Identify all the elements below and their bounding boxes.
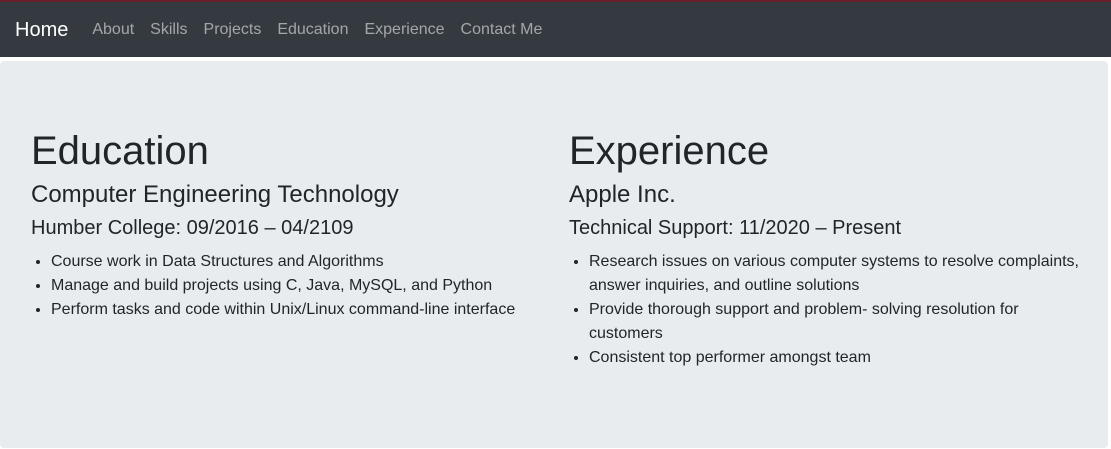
nav-link-experience[interactable]: Experience — [356, 21, 452, 38]
nav-link-projects[interactable]: Projects — [196, 21, 270, 38]
nav-link-skills[interactable]: Skills — [142, 21, 195, 38]
education-list: Course work in Data Structures and Algor… — [31, 250, 546, 322]
experience-company: Apple Inc. — [569, 181, 676, 208]
list-item: Perform tasks and code within Unix/Linux… — [51, 298, 546, 322]
education-program: Computer Engineering Technology — [31, 181, 399, 208]
experience-role: Technical Support: 11/2020 – Present — [569, 217, 902, 239]
navbar: Home About Skills Projects Education Exp… — [0, 2, 1111, 57]
education-school: Humber College: 09/2016 – 04/2109 — [31, 217, 354, 239]
experience-list: Research issues on various computer syst… — [569, 250, 1089, 370]
list-item: Research issues on various computer syst… — [589, 250, 1089, 298]
list-item: Provide thorough support and problem- so… — [589, 298, 1089, 346]
list-item: Consistent top performer amongst team — [589, 346, 1089, 370]
nav-links: About Skills Projects Education Experien… — [84, 21, 551, 38]
nav-link-about[interactable]: About — [84, 21, 142, 38]
nav-home-link[interactable]: Home — [15, 20, 68, 40]
content-panel: Education Computer Engineering Technolog… — [0, 61, 1108, 448]
nav-link-contact[interactable]: Contact Me — [453, 21, 551, 38]
list-item: Manage and build projects using C, Java,… — [51, 274, 546, 298]
education-heading: Education — [31, 129, 209, 173]
nav-link-education[interactable]: Education — [269, 21, 356, 38]
list-item: Course work in Data Structures and Algor… — [51, 250, 546, 274]
experience-heading: Experience — [569, 129, 770, 173]
